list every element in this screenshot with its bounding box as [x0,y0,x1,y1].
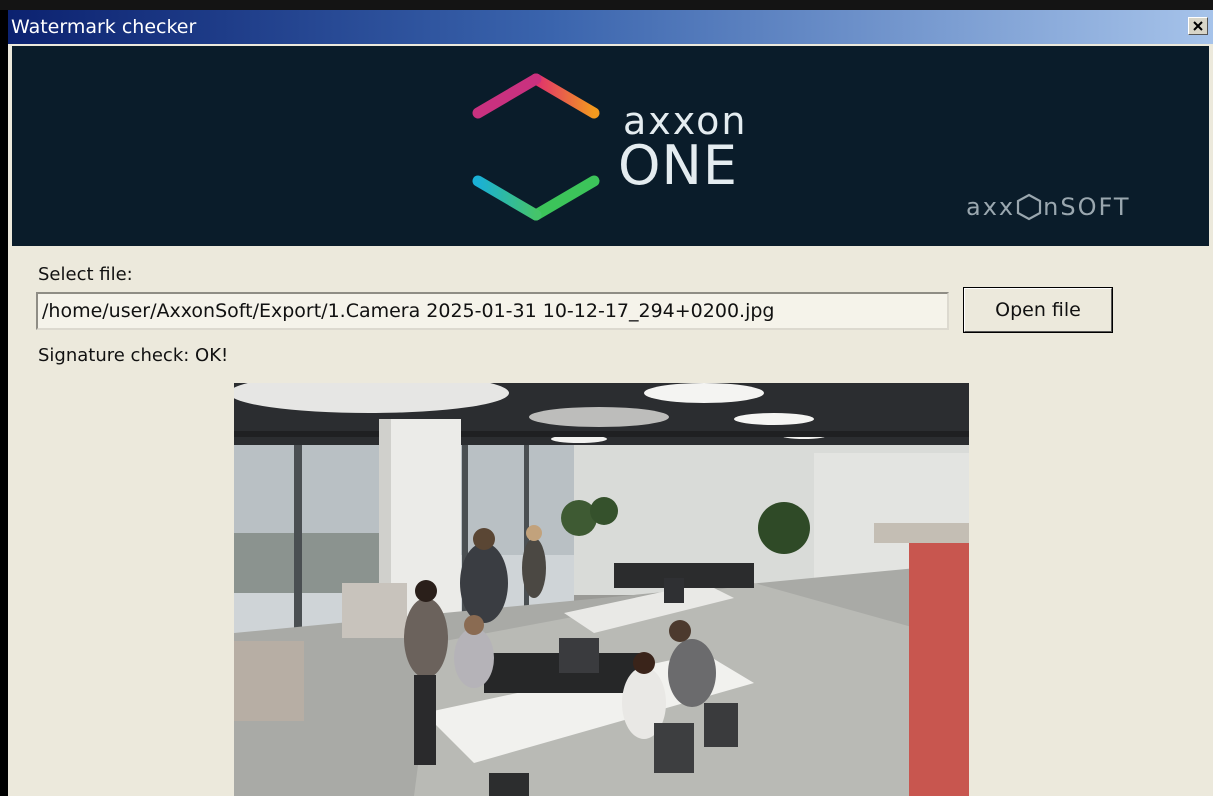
company-logo: axx nSOFT [966,190,1131,224]
window-title: Watermark checker [11,16,197,38]
open-file-button[interactable]: Open file [963,287,1113,333]
axxon-hexagon-logo-icon [472,73,600,221]
company-name-prefix: axx [966,193,1016,221]
product-name-line2: ONE [618,134,739,197]
close-button[interactable] [1188,17,1208,35]
company-name-suffix: nSOFT [1043,193,1131,221]
watermark-checker-window: Watermark checker axxon ONE axx nSOFT Se… [8,10,1213,796]
title-bar[interactable]: Watermark checker [8,10,1213,44]
file-path-field[interactable]: /home/user/AxxonSoft/Export/1.Camera 202… [36,292,949,330]
close-icon [1193,21,1203,31]
select-file-label: Select file: [38,264,133,285]
top-strip [0,0,1213,10]
image-preview [234,383,969,796]
camera-frame-image [234,383,969,796]
company-hexagon-icon [1017,193,1042,221]
signature-check-status: Signature check: OK! [38,345,229,366]
brand-banner: axxon ONE axx nSOFT [12,46,1209,246]
